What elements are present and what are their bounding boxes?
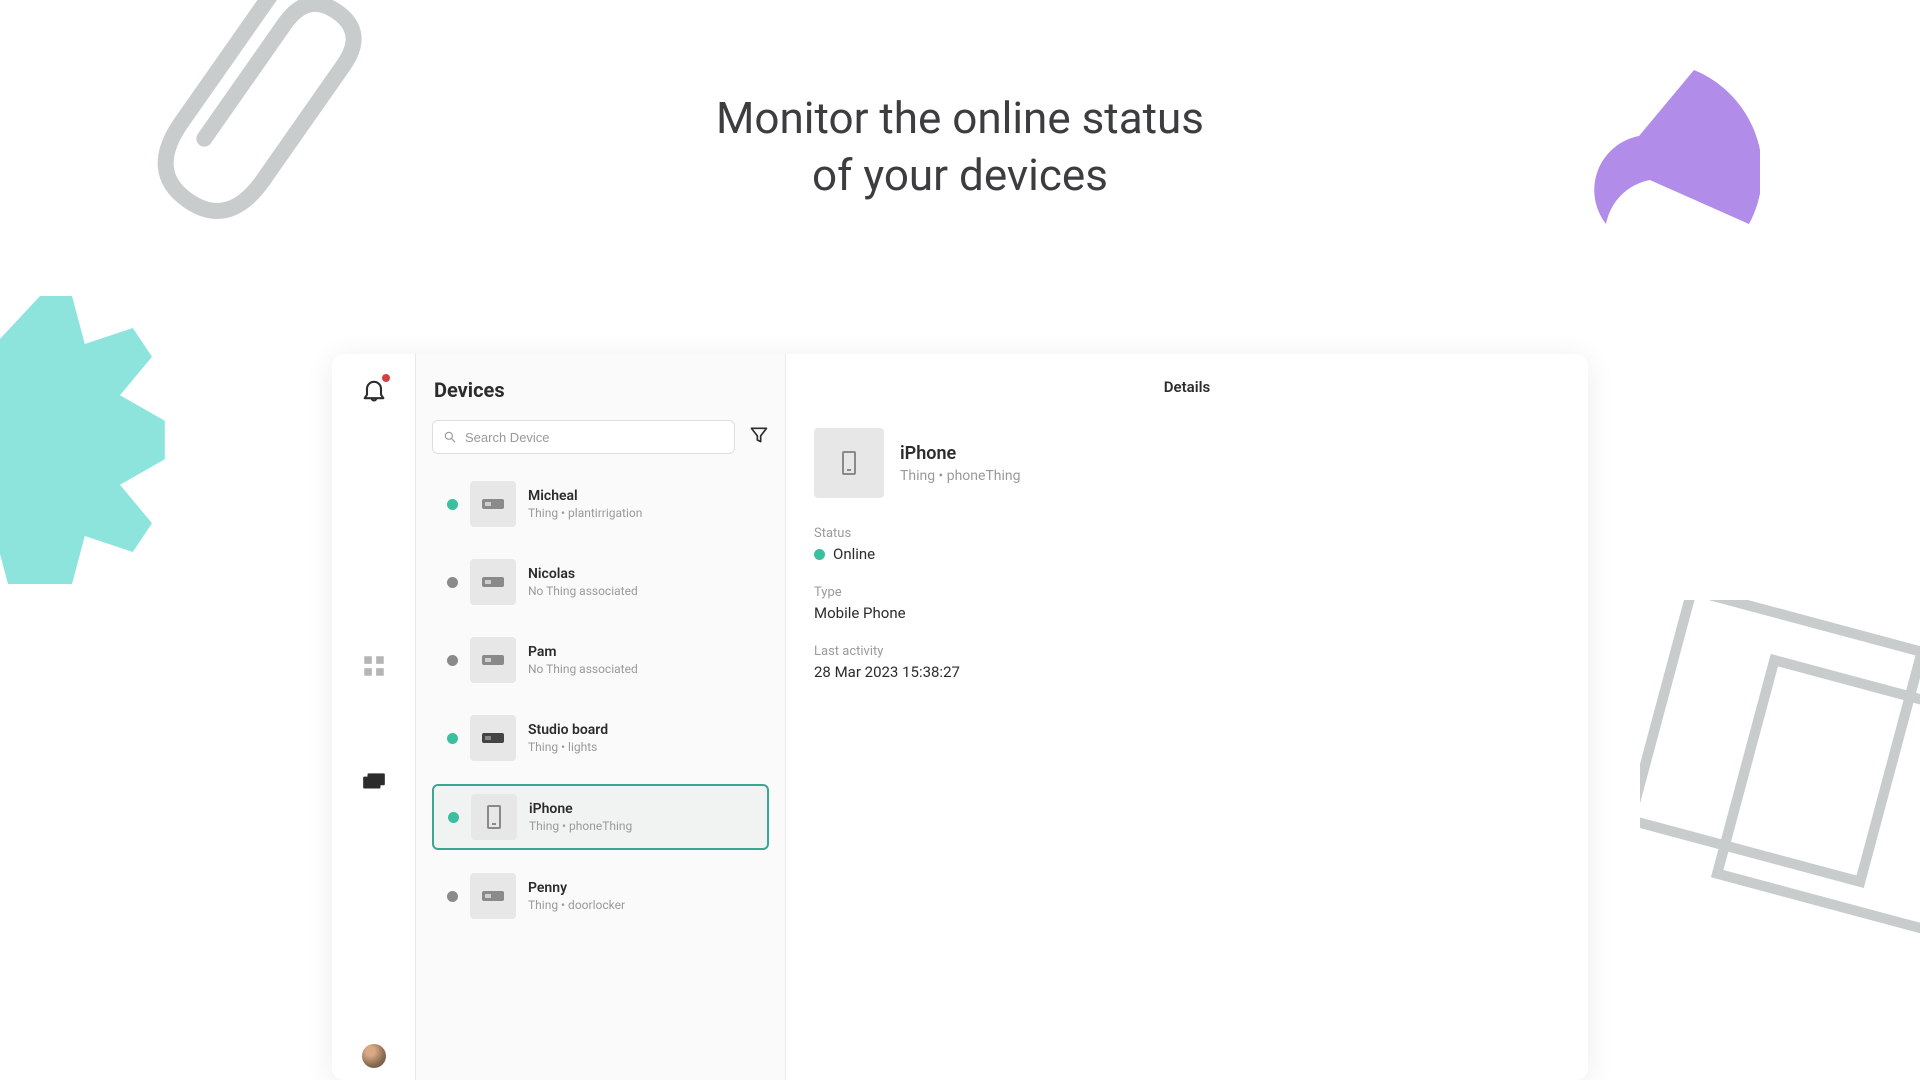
device-item[interactable]: Micheal Thing • plantirrigation (432, 472, 769, 536)
device-thumb (471, 794, 517, 840)
decorative-purple-shape (1540, 70, 1760, 300)
chip-icon (482, 655, 504, 665)
device-name: Micheal (528, 488, 642, 504)
status-dot-icon (448, 812, 459, 823)
device-item[interactable]: Pam No Thing associated (432, 628, 769, 692)
chip-icon (482, 499, 504, 509)
last-activity-label: Last activity (814, 644, 1560, 659)
device-text: Pam No Thing associated (528, 644, 638, 676)
notification-badge (382, 374, 390, 382)
device-sub: Thing • doorlocker (528, 898, 625, 912)
device-sub: Thing • phoneThing (529, 819, 632, 833)
status-dot-icon (447, 577, 458, 588)
phone-icon (842, 451, 856, 475)
device-list: Micheal Thing • plantirrigation Nicolas No … (432, 472, 769, 928)
device-sub: Thing • plantirrigation (528, 506, 642, 520)
chip-icon (482, 577, 504, 587)
search-icon (443, 430, 457, 444)
notifications-button[interactable] (360, 376, 388, 408)
details-panel: Details iPhone Thing • phoneThing Status… (786, 354, 1588, 1080)
details-device-thumb (814, 428, 884, 498)
search-input[interactable] (465, 430, 724, 445)
filter-button[interactable] (749, 425, 769, 449)
device-text: iPhone Thing • phoneThing (529, 801, 632, 833)
status-indicator-icon (814, 549, 825, 560)
status-dot-icon (447, 499, 458, 510)
chip-icon (482, 891, 504, 901)
device-name: Pam (528, 644, 638, 660)
status-label: Status (814, 526, 1560, 541)
device-name: iPhone (529, 801, 632, 817)
status-value: Online (833, 545, 875, 563)
details-tab[interactable]: Details (814, 378, 1560, 396)
type-label: Type (814, 585, 1560, 600)
device-text: Studio board Thing • lights (528, 722, 608, 754)
last-activity-value: 28 Mar 2023 15:38:27 (814, 663, 1560, 681)
field-last-activity: Last activity 28 Mar 2023 15:38:27 (814, 644, 1560, 681)
details-device-name: iPhone (900, 443, 1021, 464)
search-box[interactable] (432, 420, 735, 454)
details-device-sub: Thing • phoneThing (900, 468, 1021, 484)
chip-icon (482, 733, 504, 743)
details-header: iPhone Thing • phoneThing (814, 428, 1560, 498)
device-text: Nicolas No Thing associated (528, 566, 638, 598)
device-item[interactable]: Nicolas No Thing associated (432, 550, 769, 614)
user-avatar[interactable] (362, 1044, 386, 1068)
device-sub: Thing • lights (528, 740, 608, 754)
decorative-paperclip (98, 0, 422, 252)
headline-line-2: of your devices (716, 147, 1204, 204)
phone-icon (487, 805, 501, 829)
device-sub: No Thing associated (528, 584, 638, 598)
device-thumb (470, 873, 516, 919)
decorative-teal-gear (0, 280, 200, 640)
devices-icon (361, 769, 387, 795)
device-thumb (470, 715, 516, 761)
app-window: Devices Micheal Thing • plantirrigation Ni… (332, 354, 1588, 1080)
device-thumb (470, 559, 516, 605)
device-name: Nicolas (528, 566, 638, 582)
nav-dashboard[interactable] (361, 653, 387, 683)
nav-devices[interactable] (361, 769, 387, 799)
device-thumb (470, 637, 516, 683)
status-dot-icon (447, 655, 458, 666)
device-sub: No Thing associated (528, 662, 638, 676)
device-item[interactable]: Studio board Thing • lights (432, 706, 769, 770)
status-dot-icon (447, 891, 458, 902)
device-item[interactable]: iPhone Thing • phoneThing (432, 784, 769, 850)
device-name: Penny (528, 880, 625, 896)
devices-panel-title: Devices (434, 378, 769, 402)
page-headline: Monitor the online status of your device… (716, 90, 1204, 204)
status-dot-icon (447, 733, 458, 744)
grid-icon (361, 653, 387, 679)
filter-icon (749, 425, 769, 445)
type-value: Mobile Phone (814, 604, 1560, 622)
device-text: Micheal Thing • plantirrigation (528, 488, 642, 520)
device-name: Studio board (528, 722, 608, 738)
decorative-squares (1640, 600, 1920, 940)
nav-rail (332, 354, 416, 1080)
headline-line-1: Monitor the online status (716, 90, 1204, 147)
device-text: Penny Thing • doorlocker (528, 880, 625, 912)
devices-panel: Devices Micheal Thing • plantirrigation Ni… (416, 354, 786, 1080)
field-status: Status Online (814, 526, 1560, 563)
device-item[interactable]: Penny Thing • doorlocker (432, 864, 769, 928)
device-thumb (470, 481, 516, 527)
field-type: Type Mobile Phone (814, 585, 1560, 622)
